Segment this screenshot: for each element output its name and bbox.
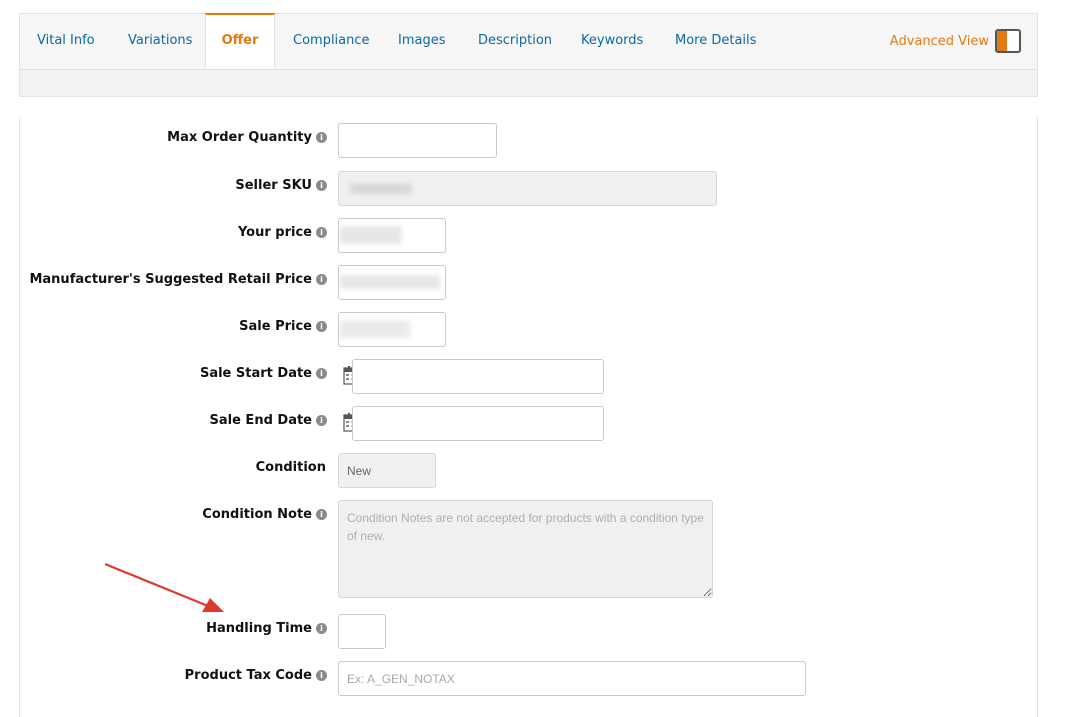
condition-note-label: Condition Note i (202, 507, 327, 522)
product-tax-code-label: Product Tax Code i (185, 668, 327, 683)
tab-variations[interactable]: Variations (128, 14, 192, 70)
arrow-annotation-icon (104, 562, 224, 612)
info-icon[interactable]: i (316, 132, 327, 143)
info-icon[interactable]: i (316, 274, 327, 285)
tab-compliance[interactable]: Compliance (293, 14, 370, 70)
advanced-view-control: Advanced View (890, 28, 1021, 54)
info-icon[interactable]: i (316, 368, 327, 379)
condition-label: Condition (255, 460, 326, 475)
product-tax-code-input[interactable] (338, 661, 806, 696)
sale-price-label: Sale Price i (239, 319, 327, 334)
info-icon[interactable]: i (316, 623, 327, 634)
info-icon[interactable]: i (316, 415, 327, 426)
tab-subbar (19, 69, 1038, 97)
info-icon[interactable]: i (316, 180, 327, 191)
tab-vital-info[interactable]: Vital Info (37, 14, 95, 70)
info-icon[interactable]: i (316, 670, 327, 681)
condition-input[interactable] (338, 453, 436, 488)
advanced-view-toggle[interactable] (995, 29, 1021, 53)
handling-time-label: Handling Time i (206, 621, 327, 636)
sale-start-date-label: Sale Start Date i (200, 366, 327, 381)
sale-end-date-input[interactable] (352, 406, 604, 441)
max-order-quantity-label: Max Order Quantity i (167, 130, 327, 145)
tab-offer[interactable]: Offer (205, 13, 275, 69)
condition-note-textarea[interactable] (338, 500, 713, 598)
info-icon[interactable]: i (316, 321, 327, 332)
sale-start-date-input[interactable] (352, 359, 604, 394)
info-icon[interactable]: i (316, 227, 327, 238)
msrp-label: Manufacturer's Suggested Retail Price i (29, 272, 327, 287)
redacted-value (340, 226, 402, 244)
redacted-value (340, 320, 410, 338)
tab-keywords[interactable]: Keywords (581, 14, 643, 70)
your-price-label: Your price i (238, 225, 327, 240)
sale-end-date-label: Sale End Date i (210, 413, 327, 428)
redacted-value (340, 275, 440, 289)
tab-images[interactable]: Images (398, 14, 446, 70)
tab-more-details[interactable]: More Details (675, 14, 756, 70)
tab-bar: Vital Info Variations Offer Compliance I… (19, 13, 1038, 69)
toggle-knob (997, 31, 1007, 51)
handling-time-input[interactable] (338, 614, 386, 649)
tab-description[interactable]: Description (478, 14, 552, 70)
seller-sku-label: Seller SKU i (235, 178, 327, 193)
advanced-view-label: Advanced View (889, 33, 989, 49)
max-order-quantity-input[interactable] (338, 123, 497, 158)
redacted-value (350, 184, 412, 194)
info-icon[interactable]: i (316, 509, 327, 520)
